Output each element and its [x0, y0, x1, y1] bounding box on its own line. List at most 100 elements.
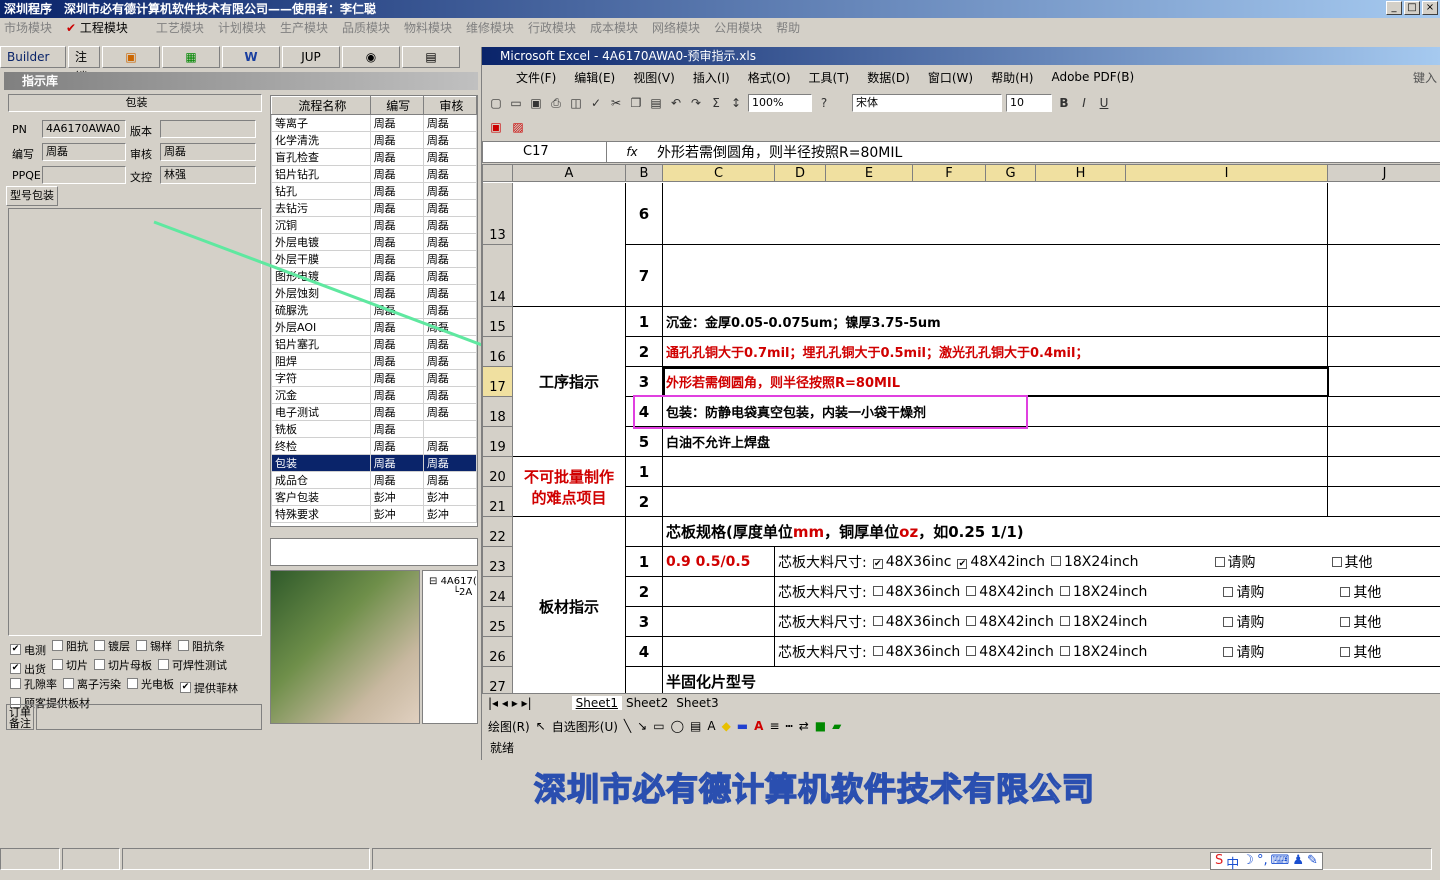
- xmenu-edit[interactable]: 编辑(E): [574, 69, 615, 86]
- autoshape-menu[interactable]: 自选图形(U): [552, 718, 618, 735]
- formula-input[interactable]: 外形若需倒圆角，则半径按照R=80MIL: [657, 142, 902, 162]
- xmenu-help[interactable]: 帮助(H): [991, 69, 1033, 86]
- size-option[interactable]: ✔ 48X36inc: [872, 554, 951, 570]
- wordart-icon[interactable]: A: [707, 719, 715, 733]
- xmenu-adobe-pdf[interactable]: Adobe PDF(B): [1051, 70, 1134, 84]
- row-header[interactable]: 18: [483, 397, 513, 427]
- version-field[interactable]: [160, 120, 256, 138]
- cell-j[interactable]: [1328, 427, 1440, 457]
- font-size-select[interactable]: 10: [1006, 94, 1052, 112]
- option-checkbox[interactable]: 光电板: [127, 676, 174, 691]
- col-header[interactable]: F: [913, 165, 986, 182]
- row-header[interactable]: 20: [483, 457, 513, 487]
- builder-button[interactable]: Builder: [0, 46, 66, 68]
- row-header[interactable]: 22: [483, 517, 513, 547]
- size-option[interactable]: 其他: [1331, 552, 1373, 572]
- option-checkbox[interactable]: ✔ 提供菲林: [180, 680, 238, 695]
- preview-icon[interactable]: ◫: [568, 95, 584, 111]
- table-row[interactable]: 铝片钻孔 周磊 周磊: [271, 165, 477, 183]
- xmenu-insert[interactable]: 插入(I): [693, 69, 730, 86]
- help-icon[interactable]: ?: [816, 95, 832, 111]
- xmenu-window[interactable]: 窗口(W): [928, 69, 973, 86]
- print-icon[interactable]: ⎙: [548, 95, 564, 111]
- table-row[interactable]: 去钻污 周磊 周磊: [271, 199, 477, 217]
- size-option[interactable]: 请购: [1223, 612, 1264, 632]
- size-option[interactable]: 48X36inch: [872, 644, 960, 660]
- prepreg-header[interactable]: 半固化片型号: [663, 667, 1440, 693]
- tab-sheet1[interactable]: Sheet1: [571, 696, 622, 710]
- menu-quality[interactable]: 品质模块: [342, 19, 390, 36]
- core-size-options[interactable]: 芯板大料尺寸: ✔ 48X36inc ✔ 48X42inch 18X24inch 请购 其他: [775, 547, 1440, 577]
- table-row[interactable]: 盲孔检查 周磊 周磊: [271, 148, 477, 166]
- font-color-icon[interactable]: A: [754, 719, 763, 733]
- new-icon[interactable]: ▢: [488, 95, 504, 111]
- size-option[interactable]: 48X42inch: [966, 644, 1054, 660]
- font-select[interactable]: 宋体: [852, 94, 1002, 112]
- cell-num[interactable]: 5: [626, 427, 663, 457]
- row-header[interactable]: 25: [483, 607, 513, 637]
- table-row[interactable]: 化学清洗 周磊 周磊: [271, 131, 477, 149]
- cell-num[interactable]: 2: [626, 487, 663, 517]
- line-icon[interactable]: ╲: [624, 719, 631, 733]
- option-checkbox[interactable]: 可焊性测试: [158, 657, 227, 672]
- 3d-icon[interactable]: ▰: [832, 719, 841, 733]
- col-header[interactable]: D: [775, 165, 826, 182]
- underline-icon[interactable]: U: [1096, 95, 1112, 111]
- row-header[interactable]: 13: [483, 183, 513, 245]
- minimize-button[interactable]: _: [1386, 1, 1402, 15]
- maximize-button[interactable]: □: [1404, 1, 1420, 15]
- core-spec-header[interactable]: 芯板规格(厚度单位 mm ，铜厚单位 oz ，如0.25 1/1): [663, 517, 1440, 547]
- bold-icon[interactable]: B: [1056, 95, 1072, 111]
- shadow-icon[interactable]: ■: [815, 719, 826, 733]
- size-option[interactable]: 18X24inch: [1059, 644, 1147, 660]
- draw-menu[interactable]: 绘图(R): [488, 718, 530, 735]
- cell-blank[interactable]: [663, 457, 1328, 487]
- table-row[interactable]: 等离子 周磊 周磊: [271, 114, 477, 132]
- cell-num[interactable]: 2: [626, 577, 663, 607]
- size-option[interactable]: 48X42inch: [966, 584, 1054, 600]
- arrow-icon[interactable]: ↘: [637, 719, 647, 733]
- spell-icon[interactable]: ✓: [588, 95, 604, 111]
- cell-j[interactable]: [1328, 397, 1440, 427]
- sum-icon[interactable]: Σ: [708, 95, 724, 111]
- cell-j[interactable]: [1328, 183, 1440, 245]
- jup-button[interactable]: JUP: [282, 46, 340, 68]
- row-header[interactable]: 16: [483, 337, 513, 367]
- copy-icon[interactable]: ❐: [628, 95, 644, 111]
- textbox-icon[interactable]: ▤: [690, 719, 701, 733]
- core-size-options[interactable]: 芯板大料尺寸: 48X36inch 48X42inch 18X24inch 请购 其他: [775, 637, 1440, 667]
- cell-num[interactable]: 1: [626, 457, 663, 487]
- row-header[interactable]: 27: [483, 667, 513, 693]
- line-color-icon[interactable]: ▬: [737, 719, 748, 733]
- col-header[interactable]: B: [626, 165, 663, 182]
- italic-icon[interactable]: I: [1076, 95, 1092, 111]
- cell-num[interactable]: 4: [626, 637, 663, 667]
- tab-sheet3[interactable]: Sheet3: [672, 696, 722, 710]
- size-option[interactable]: 18X24inch: [1059, 614, 1147, 630]
- core-size-options[interactable]: 芯板大料尺寸: 48X36inch 48X42inch 18X24inch 请购 其他: [775, 607, 1440, 637]
- size-option[interactable]: 其他: [1340, 612, 1381, 632]
- cell-blank[interactable]: [626, 667, 663, 693]
- tab-model-packaging[interactable]: 型号包装: [6, 186, 58, 206]
- size-option[interactable]: 其他: [1340, 642, 1381, 662]
- cell-j[interactable]: [1328, 367, 1440, 397]
- menu-help[interactable]: 帮助: [776, 19, 800, 36]
- cell-j[interactable]: [1328, 307, 1440, 337]
- xmenu-format[interactable]: 格式(O): [748, 69, 791, 86]
- line-style-icon[interactable]: ≡: [769, 719, 779, 733]
- size-option[interactable]: 48X36inch: [872, 614, 960, 630]
- core-spec-cell[interactable]: [663, 607, 775, 637]
- core-spec-cell[interactable]: 0.9 0.5/0.5: [663, 547, 775, 577]
- size-option[interactable]: 请购: [1214, 552, 1256, 572]
- menu-process[interactable]: 工艺模块: [156, 19, 204, 36]
- excel-icon[interactable]: ▦: [162, 46, 220, 68]
- sheet-nav-icon[interactable]: |◂ ◂ ▸ ▸|: [488, 696, 532, 710]
- size-option[interactable]: ✔ 48X42inch: [957, 554, 1045, 570]
- row-header[interactable]: 17: [483, 367, 513, 397]
- cut-icon[interactable]: ✂: [608, 95, 624, 111]
- size-option[interactable]: 48X36inch: [872, 584, 960, 600]
- col-process-name[interactable]: 流程名称: [271, 96, 371, 115]
- pdf-mail-icon[interactable]: ▨: [510, 119, 526, 135]
- instruction-line[interactable]: 通孔孔铜大于0.7mil；埋孔孔铜大于0.5mil；激光孔孔铜大于0.4mil；: [663, 337, 1328, 367]
- arrow-style-icon[interactable]: ⇄: [799, 719, 809, 733]
